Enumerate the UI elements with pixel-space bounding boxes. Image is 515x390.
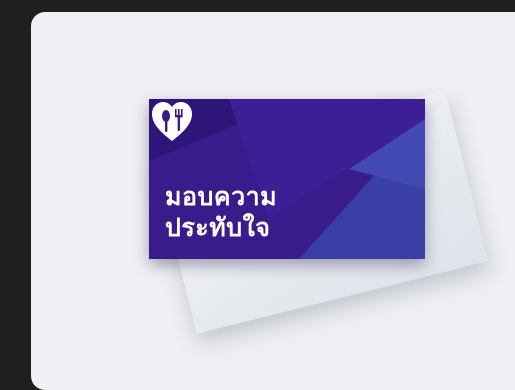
gift-card-scene: มอบความ ประทับใจ — [31, 12, 515, 390]
card-title-line-1: มอบความ — [165, 182, 278, 211]
heart-with-fork-and-spoon-icon — [152, 102, 192, 141]
preview-panel: มอบความ ประทับใจ — [31, 12, 515, 390]
gift-card: มอบความ ประทับใจ — [149, 99, 425, 259]
card-title-line-2: ประทับใจ — [165, 213, 271, 242]
card-title: มอบความ ประทับใจ — [165, 181, 277, 243]
